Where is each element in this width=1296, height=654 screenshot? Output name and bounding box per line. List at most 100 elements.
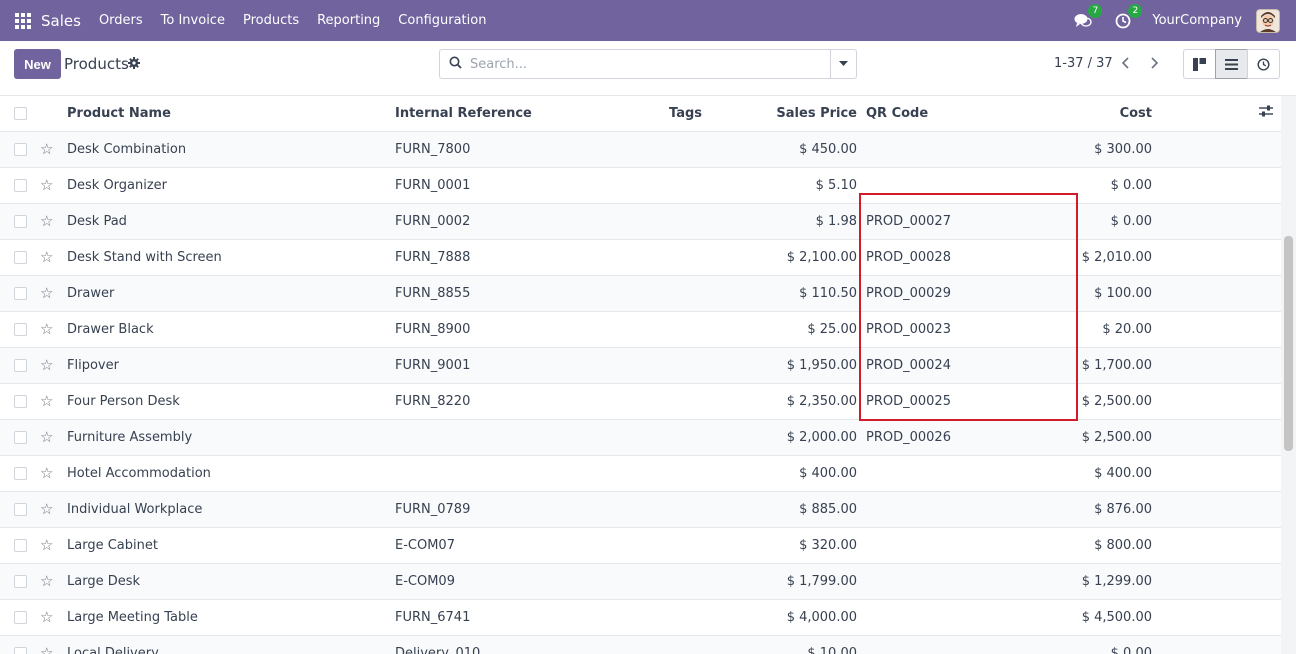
- cost-cell[interactable]: $ 400.00: [1007, 455, 1152, 492]
- apps-grid-icon[interactable]: [15, 12, 31, 29]
- column-product-name[interactable]: Product Name: [67, 96, 395, 132]
- sales-price-cell[interactable]: $ 10.00: [729, 635, 857, 654]
- tags-cell[interactable]: [669, 599, 729, 636]
- sales-price-cell[interactable]: $ 5.10: [729, 167, 857, 204]
- pager-value[interactable]: 1-37 / 37: [1054, 56, 1113, 71]
- favorite-star-icon[interactable]: ☆: [40, 563, 67, 600]
- internal-reference-cell[interactable]: FURN_0789: [395, 491, 669, 528]
- product-name-cell[interactable]: Hotel Accommodation: [67, 455, 395, 492]
- tags-cell[interactable]: [669, 491, 729, 528]
- favorite-star-icon[interactable]: ☆: [40, 635, 67, 654]
- cost-cell[interactable]: $ 100.00: [1007, 275, 1152, 312]
- internal-reference-cell[interactable]: [395, 419, 669, 456]
- cost-cell[interactable]: $ 0.00: [1007, 203, 1152, 240]
- column-tags[interactable]: Tags: [669, 96, 729, 132]
- product-name-cell[interactable]: Large Cabinet: [67, 527, 395, 564]
- column-sales-price[interactable]: Sales Price: [729, 96, 857, 132]
- kanban-view-button[interactable]: [1183, 49, 1216, 79]
- cost-cell[interactable]: $ 2,500.00: [1007, 383, 1152, 420]
- row-checkbox[interactable]: [0, 275, 40, 312]
- product-name-cell[interactable]: Desk Pad: [67, 203, 395, 240]
- internal-reference-cell[interactable]: FURN_9001: [395, 347, 669, 384]
- product-name-cell[interactable]: Desk Combination: [67, 131, 395, 168]
- product-name-cell[interactable]: Local Delivery: [67, 635, 395, 654]
- menu-to-invoice[interactable]: To Invoice: [161, 13, 225, 28]
- table-row[interactable]: ☆ Large Desk E-COM09 $ 1,799.00 $ 1,299.00: [0, 563, 1281, 600]
- cost-cell[interactable]: $ 2,500.00: [1007, 419, 1152, 456]
- table-row[interactable]: ☆ Desk Stand with Screen FURN_7888 $ 2,100.…: [0, 239, 1281, 276]
- table-row[interactable]: ☆ Drawer Black FURN_8900 $ 25.00 PROD_00023 $…: [0, 311, 1281, 348]
- tags-cell[interactable]: [669, 347, 729, 384]
- sales-price-cell[interactable]: $ 1.98: [729, 203, 857, 240]
- qr-code-cell[interactable]: [857, 635, 1007, 654]
- messages-button[interactable]: 7: [1074, 3, 1103, 30]
- cost-cell[interactable]: $ 1,700.00: [1007, 347, 1152, 384]
- menu-products[interactable]: Products: [243, 13, 299, 28]
- internal-reference-cell[interactable]: Delivery_010: [395, 635, 669, 654]
- internal-reference-cell[interactable]: FURN_7800: [395, 131, 669, 168]
- internal-reference-cell[interactable]: E-COM07: [395, 527, 669, 564]
- optional-columns-toggle[interactable]: [1152, 96, 1281, 132]
- favorite-star-icon[interactable]: ☆: [40, 455, 67, 492]
- product-name-cell[interactable]: Individual Workplace: [67, 491, 395, 528]
- search-options-toggle[interactable]: [830, 50, 856, 78]
- qr-code-cell[interactable]: [857, 131, 1007, 168]
- sales-price-cell[interactable]: $ 4,000.00: [729, 599, 857, 636]
- row-checkbox[interactable]: [0, 491, 40, 528]
- row-checkbox[interactable]: [0, 527, 40, 564]
- sales-price-cell[interactable]: $ 2,350.00: [729, 383, 857, 420]
- row-checkbox[interactable]: [0, 167, 40, 204]
- qr-code-cell[interactable]: PROD_00027: [857, 203, 1007, 240]
- internal-reference-cell[interactable]: FURN_6741: [395, 599, 669, 636]
- product-name-cell[interactable]: Furniture Assembly: [67, 419, 395, 456]
- internal-reference-cell[interactable]: FURN_7888: [395, 239, 669, 276]
- cost-cell[interactable]: $ 4,500.00: [1007, 599, 1152, 636]
- favorite-star-icon[interactable]: ☆: [40, 419, 67, 456]
- menu-configuration[interactable]: Configuration: [398, 13, 486, 28]
- tags-cell[interactable]: [669, 563, 729, 600]
- tags-cell[interactable]: [669, 203, 729, 240]
- internal-reference-cell[interactable]: [395, 455, 669, 492]
- favorite-star-icon[interactable]: ☆: [40, 131, 67, 168]
- table-row[interactable]: ☆ Drawer FURN_8855 $ 110.50 PROD_00029 $ 100.…: [0, 275, 1281, 312]
- favorite-star-icon[interactable]: ☆: [40, 347, 67, 384]
- internal-reference-cell[interactable]: E-COM09: [395, 563, 669, 600]
- sales-price-cell[interactable]: $ 2,000.00: [729, 419, 857, 456]
- menu-orders[interactable]: Orders: [99, 13, 143, 28]
- internal-reference-cell[interactable]: FURN_0002: [395, 203, 669, 240]
- sales-price-cell[interactable]: $ 2,100.00: [729, 239, 857, 276]
- tags-cell[interactable]: [669, 239, 729, 276]
- qr-code-cell[interactable]: PROD_00028: [857, 239, 1007, 276]
- tags-cell[interactable]: [669, 383, 729, 420]
- favorite-star-icon[interactable]: ☆: [40, 527, 67, 564]
- column-cost[interactable]: Cost: [1007, 96, 1152, 132]
- column-qr-code[interactable]: QR Code: [857, 96, 1007, 132]
- sales-price-cell[interactable]: $ 110.50: [729, 275, 857, 312]
- sales-price-cell[interactable]: $ 885.00: [729, 491, 857, 528]
- cost-cell[interactable]: $ 1,299.00: [1007, 563, 1152, 600]
- product-name-cell[interactable]: Four Person Desk: [67, 383, 395, 420]
- qr-code-cell[interactable]: [857, 455, 1007, 492]
- menu-reporting[interactable]: Reporting: [317, 13, 380, 28]
- table-row[interactable]: ☆ Desk Combination FURN_7800 $ 450.00 $ 300.…: [0, 131, 1281, 168]
- row-checkbox[interactable]: [0, 599, 40, 636]
- cost-cell[interactable]: $ 2,010.00: [1007, 239, 1152, 276]
- tags-cell[interactable]: [669, 275, 729, 312]
- table-row[interactable]: ☆ Four Person Desk FURN_8220 $ 2,350.00 PROD…: [0, 383, 1281, 420]
- qr-code-cell[interactable]: PROD_00025: [857, 383, 1007, 420]
- row-checkbox[interactable]: [0, 419, 40, 456]
- favorite-star-icon[interactable]: ☆: [40, 491, 67, 528]
- sales-price-cell[interactable]: $ 400.00: [729, 455, 857, 492]
- row-checkbox[interactable]: [0, 347, 40, 384]
- pager-next-button[interactable]: [1141, 50, 1169, 76]
- list-view-button[interactable]: [1215, 49, 1248, 79]
- tags-cell[interactable]: [669, 311, 729, 348]
- sales-price-cell[interactable]: $ 25.00: [729, 311, 857, 348]
- search-input[interactable]: [470, 56, 830, 72]
- column-internal-reference[interactable]: Internal Reference: [395, 96, 669, 132]
- tags-cell[interactable]: [669, 635, 729, 654]
- activities-button[interactable]: 2: [1114, 3, 1143, 30]
- favorite-star-icon[interactable]: ☆: [40, 275, 67, 312]
- qr-code-cell[interactable]: PROD_00026: [857, 419, 1007, 456]
- row-checkbox[interactable]: [0, 203, 40, 240]
